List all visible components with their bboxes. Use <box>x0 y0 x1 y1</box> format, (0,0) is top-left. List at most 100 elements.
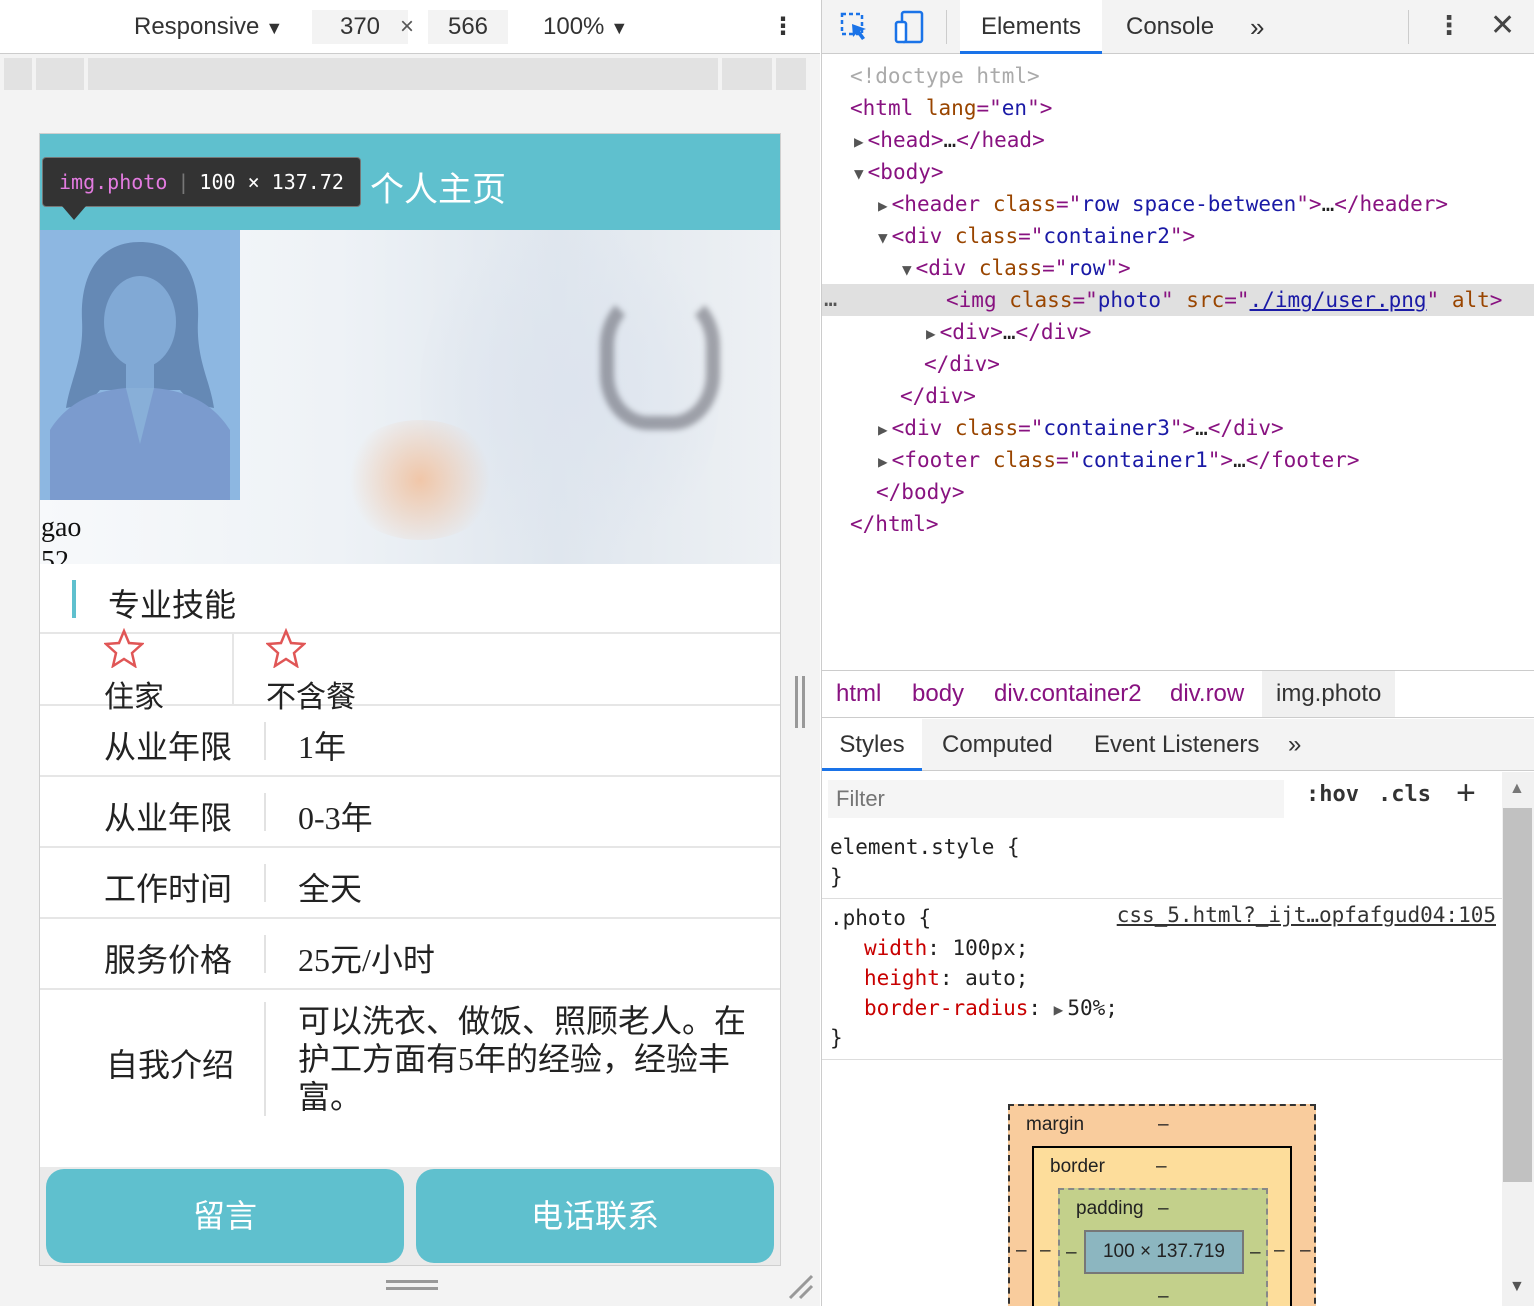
bracket: < <box>891 192 905 216</box>
ruler-segment[interactable] <box>88 58 718 90</box>
tab-console[interactable]: Console <box>1126 0 1214 54</box>
padding-bottom-value[interactable]: – <box>1158 1286 1169 1306</box>
box-model-content-size[interactable]: 100 × 137.719 <box>1084 1230 1244 1274</box>
expand-triangle-icon[interactable]: ▶ <box>854 132 864 151</box>
quote: " <box>1426 288 1440 312</box>
breadcrumb-img-photo[interactable]: img.photo <box>1262 671 1396 717</box>
property-value[interactable]: 100px; <box>953 936 1029 960</box>
dom-node-row[interactable]: ▼ <div class="row"> <box>822 252 1534 284</box>
zoom-select[interactable]: 100% ▼ <box>543 10 628 44</box>
collapse-triangle-icon[interactable]: ▼ <box>854 164 864 183</box>
expand-triangle-icon[interactable]: ▶ <box>926 324 936 343</box>
tab-event-listeners[interactable]: Event Listeners <box>1094 719 1259 771</box>
padding-left-value[interactable]: – <box>1066 1242 1077 1264</box>
ruler-segment[interactable] <box>36 58 84 90</box>
property-value[interactable]: 50%; <box>1067 996 1118 1020</box>
property-value[interactable]: auto; <box>965 966 1028 990</box>
node-actions-icon[interactable]: … <box>824 284 837 316</box>
dom-node-close-body[interactable]: </body> <box>822 476 1534 508</box>
padding-top-value[interactable]: – <box>1158 1198 1169 1220</box>
add-rule-icon[interactable]: + <box>1456 774 1476 813</box>
breadcrumb-body[interactable]: body <box>912 671 964 717</box>
devtools-menu-icon[interactable]: ⋮ <box>1436 10 1462 41</box>
border-left-value[interactable]: – <box>1040 1240 1051 1262</box>
styles-filter-input[interactable] <box>828 780 1284 818</box>
border-top-value[interactable]: – <box>1156 1156 1167 1178</box>
dom-node-img-selected[interactable]: … <img class="photo" src="./img/user.png"… <box>822 284 1534 316</box>
more-options-icon[interactable]: ⋮ <box>770 10 796 44</box>
hover-state-toggle[interactable]: :hov <box>1306 782 1359 807</box>
expand-triangle-icon[interactable]: ▶ <box>878 420 888 439</box>
photo-style-rule[interactable]: .photo { css_5.html?_ijt…opfafgud04:105 … <box>822 899 1502 1060</box>
viewport-width-input[interactable]: 370 <box>312 10 408 44</box>
margin-left-value[interactable]: – <box>1016 1240 1027 1262</box>
dom-node-head[interactable]: ▶ <head>…</head> <box>822 124 1534 156</box>
styles-scrollbar[interactable]: ▲ ▼ <box>1502 772 1534 1306</box>
src-link[interactable]: ./img/user.png <box>1250 288 1427 312</box>
style-property[interactable]: height: auto; <box>830 963 1494 993</box>
dom-node-header[interactable]: ▶ <header class="row space-between">…</he… <box>822 188 1534 220</box>
dom-node-doctype[interactable]: <!doctype html> <box>822 60 1534 92</box>
equals: =" <box>1056 448 1082 472</box>
device-mode-select[interactable]: Responsive ▼ <box>134 10 283 44</box>
inspect-element-icon[interactable] <box>840 12 870 42</box>
ruler-segment[interactable] <box>776 58 806 90</box>
element-style-rule[interactable]: element.style { } <box>822 828 1502 899</box>
viewport-height-input[interactable]: 566 <box>428 10 508 44</box>
breadcrumb-container2[interactable]: div.container2 <box>994 671 1142 717</box>
margin-top-value[interactable]: – <box>1158 1114 1169 1136</box>
leave-message-button[interactable]: 留言 <box>46 1169 404 1263</box>
bracket: < <box>867 160 881 184</box>
tag-name: head <box>981 128 1033 152</box>
scroll-up-icon[interactable]: ▲ <box>1509 780 1525 798</box>
resize-corner-icon[interactable] <box>786 1272 814 1300</box>
dom-node-inner-div[interactable]: ▶ <div>…</div> <box>822 316 1534 348</box>
tag-name: html <box>875 512 926 536</box>
style-property[interactable]: border-radius: ▶ 50%; <box>830 993 1494 1023</box>
equals: =" <box>1018 416 1044 440</box>
dom-node-body[interactable]: ▼ <body> <box>822 156 1534 188</box>
more-tabs-icon[interactable]: » <box>1250 0 1264 54</box>
dom-node-footer[interactable]: ▶ <footer class="container1">…</footer> <box>822 444 1534 476</box>
resize-handle-bottom[interactable] <box>386 1280 438 1290</box>
collapse-triangle-icon[interactable]: ▼ <box>902 260 912 279</box>
skill-divider <box>232 634 234 704</box>
dom-node-close-html[interactable]: </html> <box>822 508 1534 540</box>
border-right-value[interactable]: – <box>1274 1240 1285 1262</box>
user-photo[interactable] <box>40 230 240 500</box>
box-model-margin[interactable]: margin – – – border – – – padding – – – … <box>1008 1104 1316 1306</box>
breadcrumb-html[interactable]: html <box>836 671 881 717</box>
dom-node-close-container2[interactable]: </div> <box>822 380 1534 412</box>
breadcrumb-row[interactable]: div.row <box>1170 671 1244 717</box>
padding-right-value[interactable]: – <box>1250 1242 1261 1264</box>
dom-node-html[interactable]: <html lang="en"> <box>822 92 1534 124</box>
tab-elements[interactable]: Elements <box>960 0 1102 54</box>
dom-node-close-row[interactable]: </div> <box>822 348 1534 380</box>
call-button[interactable]: 电话联系 <box>416 1169 774 1263</box>
more-subtabs-icon[interactable]: » <box>1288 719 1301 771</box>
expand-triangle-icon[interactable]: ▶ <box>1054 1000 1064 1019</box>
resize-handle-right[interactable] <box>795 676 805 728</box>
equals: =" <box>1224 288 1250 312</box>
tab-styles[interactable]: Styles <box>822 719 922 771</box>
page-title: 个人主页 <box>370 172 506 209</box>
device-toggle-icon[interactable] <box>894 10 924 44</box>
ruler-segment[interactable] <box>722 58 772 90</box>
close-icon[interactable]: ✕ <box>1490 8 1515 43</box>
class-toggle[interactable]: .cls <box>1378 782 1431 807</box>
rule-source-link[interactable]: css_5.html?_ijt…opfafgud04:105 <box>1117 903 1496 927</box>
style-property[interactable]: width: 100px; <box>830 933 1494 963</box>
dom-node-container2[interactable]: ▼ <div class="container2"> <box>822 220 1534 252</box>
dom-node-container3[interactable]: ▶ <div class="container3">…</div> <box>822 412 1534 444</box>
box-model-border[interactable]: border – – – padding – – – – 100 × 137.7… <box>1032 1146 1292 1306</box>
expand-triangle-icon[interactable]: ▶ <box>878 452 888 471</box>
scroll-down-icon[interactable]: ▼ <box>1509 1278 1525 1296</box>
margin-right-value[interactable]: – <box>1300 1240 1311 1262</box>
ruler-segment[interactable] <box>4 58 32 90</box>
caret-down-icon: ▼ <box>610 18 629 38</box>
tab-computed[interactable]: Computed <box>942 719 1053 771</box>
collapse-triangle-icon[interactable]: ▼ <box>878 228 888 247</box>
box-model-padding[interactable]: padding – – – – 100 × 137.719 <box>1058 1188 1268 1306</box>
scroll-thumb[interactable] <box>1503 808 1532 1182</box>
expand-triangle-icon[interactable]: ▶ <box>878 196 888 215</box>
